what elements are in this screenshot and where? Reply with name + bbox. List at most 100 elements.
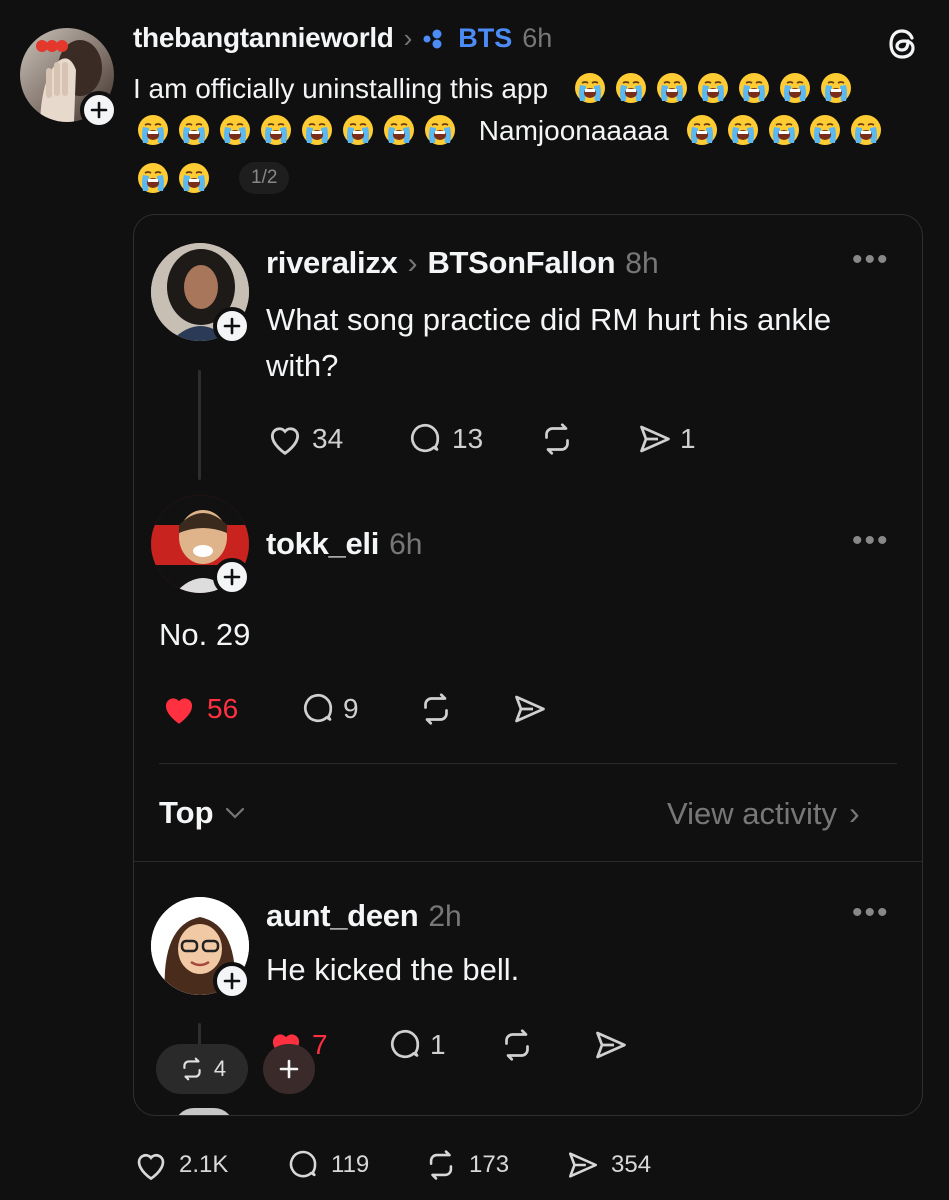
crying-emoji-icon	[178, 162, 210, 194]
crying-emoji-icon	[738, 72, 770, 104]
view-activity-label: View activity	[667, 795, 837, 831]
comment-username[interactable]: aunt_deen	[266, 898, 419, 934]
comment-button[interactable]: 1	[386, 1027, 498, 1063]
reply-text: No. 29	[159, 617, 251, 652]
post-time: 6h	[522, 23, 553, 53]
crying-emoji-icon	[137, 114, 169, 146]
crying-emoji-icon	[219, 114, 251, 146]
crying-emoji-icon	[697, 72, 729, 104]
send-icon	[596, 1031, 626, 1059]
share-button[interactable]	[592, 1027, 630, 1063]
more-options-icon[interactable]: •••	[852, 898, 890, 928]
crying-emoji-icon	[301, 114, 333, 146]
repost-button[interactable]	[417, 691, 511, 727]
post-comment-count: 119	[331, 1151, 370, 1178]
crying-emoji-icon	[686, 114, 718, 146]
post-text: I am officially uninstalling this app	[133, 73, 549, 104]
like-count: 34	[312, 423, 344, 454]
view-activity-link[interactable]: View activity ›	[667, 795, 860, 832]
crying-emoji-icon	[424, 114, 456, 146]
share-button[interactable]	[511, 691, 549, 727]
crying-emoji-icon	[779, 72, 811, 104]
author-username[interactable]: thebangtannieworld	[133, 22, 394, 54]
comment-button[interactable]: 9	[299, 691, 417, 727]
community-name[interactable]: BTS	[458, 23, 512, 54]
post-share-button[interactable]: 354	[565, 1148, 651, 1182]
divider	[159, 763, 897, 764]
floating-add-button[interactable]	[263, 1044, 315, 1094]
sort-label: Top	[159, 795, 214, 830]
like-button[interactable]: 34	[266, 421, 406, 457]
crying-emoji-icon	[260, 114, 292, 146]
like-button[interactable]: 56	[159, 691, 299, 727]
repost-icon	[429, 1150, 453, 1180]
post-repost-count: 173	[469, 1151, 510, 1178]
send-icon	[568, 1152, 598, 1178]
reply-follow-plus-button[interactable]	[213, 558, 251, 596]
post-text-name: Namjoonaaaaa	[478, 115, 669, 146]
repost-icon	[505, 1029, 529, 1061]
plus-icon	[223, 317, 241, 335]
crying-emoji-icon	[727, 114, 759, 146]
crying-emoji-icon	[656, 72, 688, 104]
comment-count: 9	[343, 693, 359, 724]
next-comment-avatar-partial	[174, 1108, 234, 1115]
reply-username[interactable]: tokk_eli	[266, 526, 379, 562]
comment-time: 2h	[428, 900, 462, 933]
community-icon	[422, 29, 448, 49]
repost-icon	[424, 693, 448, 725]
quoted-follow-plus-button[interactable]	[213, 307, 251, 345]
post-text-line-1: I am officially uninstalling this app	[133, 72, 861, 105]
heart-filled-icon	[165, 698, 193, 724]
plus-icon	[223, 568, 241, 586]
follow-plus-button[interactable]	[80, 91, 118, 129]
more-options-icon[interactable]: •••	[852, 245, 890, 275]
divider	[134, 861, 922, 862]
like-count: 56	[207, 693, 239, 724]
heart-icon	[270, 427, 300, 455]
floating-repost-pill[interactable]: 4	[156, 1044, 248, 1094]
crying-emoji-icon	[383, 114, 415, 146]
repost-button[interactable]	[538, 421, 636, 457]
crying-emoji-icon	[850, 114, 882, 146]
like-count: 7	[312, 1029, 328, 1060]
post-like-count: 2.1K	[179, 1151, 229, 1178]
post-comment-button[interactable]: 119	[285, 1148, 423, 1182]
post-repost-button[interactable]: 173	[423, 1148, 565, 1182]
thread-connector-line	[198, 370, 201, 480]
crying-emoji-icon	[615, 72, 647, 104]
repost-button[interactable]	[498, 1027, 592, 1063]
crying-emoji-icon	[809, 114, 841, 146]
crying-emoji-icon	[574, 72, 606, 104]
share-button[interactable]: 1	[636, 421, 696, 457]
floating-repost-count: 4	[213, 1056, 227, 1081]
send-icon	[515, 695, 545, 723]
comment-count: 1	[430, 1029, 446, 1060]
chevron-right-icon: ›	[403, 23, 413, 53]
plus-icon	[279, 1059, 299, 1079]
plus-icon	[90, 101, 108, 119]
crying-emoji-icon	[342, 114, 374, 146]
quoted-community[interactable]: BTSonFallon	[427, 245, 615, 281]
quoted-username[interactable]: riveralizx	[266, 245, 398, 281]
chevron-down-icon	[225, 807, 244, 819]
threads-logo-icon[interactable]	[884, 24, 924, 64]
post-like-button[interactable]: 2.1K	[133, 1148, 285, 1182]
comment-icon	[303, 693, 333, 723]
post-text-line-3: 1/2	[137, 162, 290, 194]
comment-text: He kicked the bell.	[266, 952, 520, 987]
crying-emoji-icon	[820, 72, 852, 104]
send-icon	[640, 425, 670, 453]
comment-follow-plus-button[interactable]	[213, 962, 251, 1000]
media-page-counter: 1/2	[239, 162, 290, 194]
share-count: 1	[680, 423, 696, 454]
post-text-line-2: Namjoonaaaaa	[137, 114, 891, 147]
crying-emoji-icon	[178, 114, 210, 146]
sort-dropdown[interactable]: Top	[159, 795, 246, 831]
post-share-count: 354	[611, 1151, 652, 1178]
reply-time: 6h	[389, 528, 423, 561]
more-options-icon[interactable]: •••	[852, 526, 890, 556]
crying-emoji-icon	[137, 162, 169, 194]
quoted-thread-card[interactable]: riveralizx › BTSonFallon 8h ••• What son…	[133, 214, 923, 1116]
comment-button[interactable]: 13	[406, 421, 538, 457]
